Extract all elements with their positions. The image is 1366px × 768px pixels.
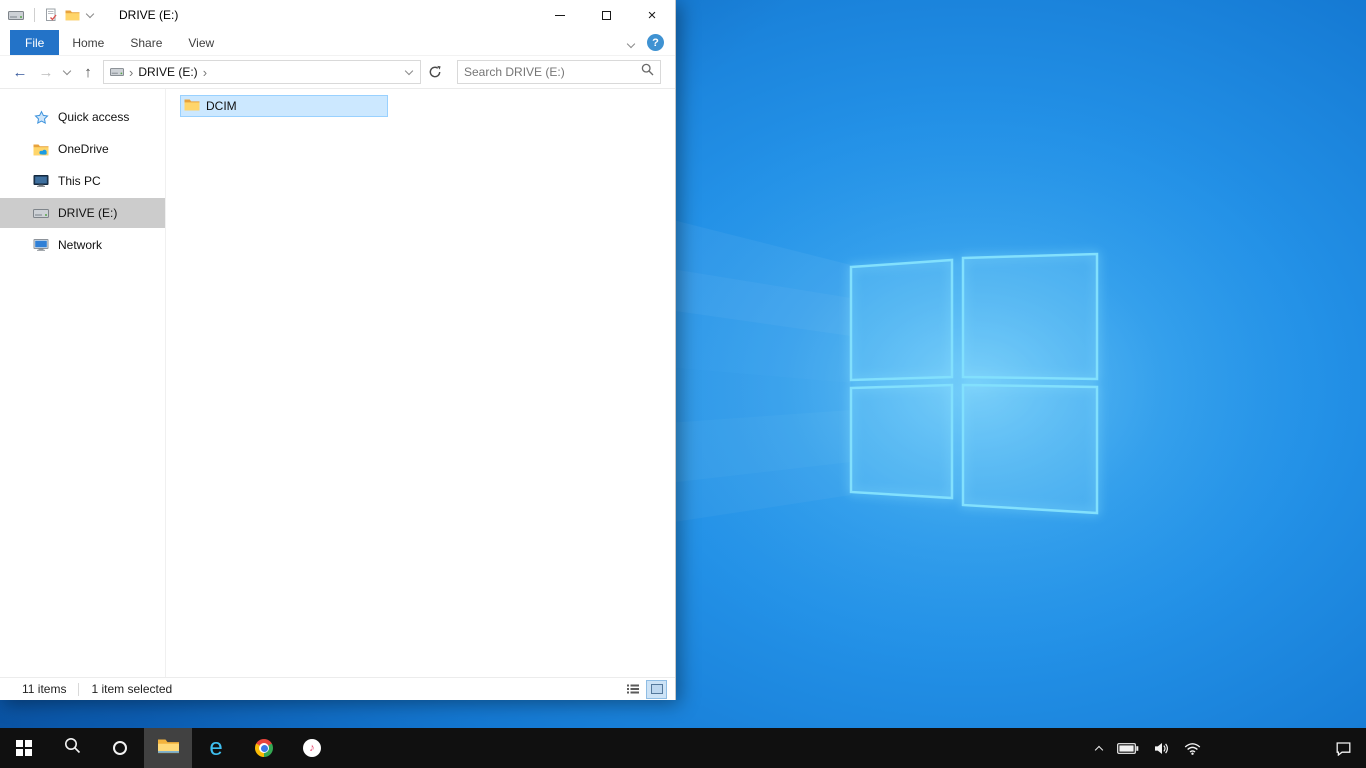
customize-toolbar-chevron-icon[interactable] bbox=[85, 9, 95, 18]
up-button[interactable]: ↑ bbox=[75, 59, 101, 85]
internet-explorer-button[interactable]: e bbox=[192, 728, 240, 768]
wifi-icon[interactable] bbox=[1184, 742, 1201, 755]
sidebar-item-label: This PC bbox=[58, 174, 101, 188]
quick-access-toolbar bbox=[8, 8, 95, 22]
tab-view[interactable]: View bbox=[175, 30, 227, 55]
search-box[interactable] bbox=[457, 60, 661, 84]
sidebar-item-label: Network bbox=[58, 238, 103, 252]
close-button[interactable]: × bbox=[629, 0, 675, 30]
recent-locations-chevron-icon[interactable] bbox=[59, 59, 75, 85]
drive-icon bbox=[33, 208, 49, 219]
titlebar[interactable]: DRIVE (E:) × bbox=[0, 0, 675, 30]
sidebar-item-label: OneDrive bbox=[58, 142, 109, 156]
cortana-button[interactable] bbox=[96, 728, 144, 768]
sidebar-item-drive-e[interactable]: DRIVE (E:) bbox=[0, 198, 165, 228]
address-dropdown-chevron-icon[interactable] bbox=[398, 61, 420, 83]
sidebar-item-quick-access[interactable]: Quick access bbox=[0, 102, 165, 132]
forward-button[interactable]: → bbox=[33, 59, 59, 85]
sidebar-item-onedrive[interactable]: OneDrive bbox=[0, 134, 165, 164]
help-button[interactable]: ? bbox=[647, 34, 664, 51]
toolbar-separator bbox=[34, 8, 35, 22]
start-button[interactable] bbox=[0, 728, 48, 768]
star-icon bbox=[33, 110, 49, 125]
navigation-bar: ← → ↑ › DRIVE (E:) › bbox=[0, 56, 675, 89]
itunes-icon: ♪ bbox=[303, 739, 321, 757]
status-bar: 11 items 1 item selected bbox=[0, 677, 675, 700]
internet-explorer-icon: e bbox=[209, 734, 223, 761]
drive-icon bbox=[110, 67, 124, 77]
minimize-button[interactable] bbox=[537, 0, 583, 30]
maximize-icon bbox=[601, 10, 611, 20]
search-icon bbox=[64, 737, 81, 759]
breadcrumb-separator: › bbox=[202, 64, 208, 80]
file-list-area[interactable]: DCIM bbox=[166, 89, 675, 677]
details-view-button[interactable] bbox=[622, 680, 643, 699]
cortana-icon bbox=[113, 741, 127, 755]
search-icon[interactable] bbox=[641, 63, 654, 81]
file-item-label: DCIM bbox=[206, 99, 237, 113]
battery-icon[interactable] bbox=[1117, 742, 1139, 754]
windows-logo-icon bbox=[16, 740, 32, 756]
onedrive-folder-icon bbox=[33, 143, 49, 156]
tab-file[interactable]: File bbox=[10, 30, 60, 55]
chrome-icon bbox=[255, 739, 273, 757]
computer-icon bbox=[33, 174, 49, 188]
file-explorer-taskbar-button[interactable] bbox=[144, 728, 192, 768]
large-icons-view-button[interactable] bbox=[646, 679, 667, 699]
maximize-button[interactable] bbox=[583, 0, 629, 30]
taskbar: e ♪ bbox=[0, 728, 1366, 768]
search-input[interactable] bbox=[464, 65, 641, 79]
drive-icon[interactable] bbox=[8, 10, 24, 21]
new-folder-icon[interactable] bbox=[65, 9, 80, 21]
breadcrumb-drive[interactable]: DRIVE (E:) bbox=[138, 65, 197, 79]
caption-buttons: × bbox=[537, 0, 675, 30]
ribbon-tab-bar: File Home Share View ? bbox=[0, 30, 675, 56]
sidebar-item-label: DRIVE (E:) bbox=[58, 206, 118, 220]
breadcrumb-separator: › bbox=[129, 64, 134, 80]
items-count: 11 items bbox=[22, 682, 67, 696]
properties-icon[interactable] bbox=[45, 8, 58, 22]
back-button[interactable]: ← bbox=[7, 59, 33, 85]
file-explorer-window: DRIVE (E:) × File Home Share View ? ← → … bbox=[0, 0, 676, 700]
file-explorer-icon bbox=[157, 737, 180, 760]
tab-home[interactable]: Home bbox=[59, 30, 117, 55]
selection-count: 1 item selected bbox=[91, 682, 173, 696]
action-center-icon[interactable] bbox=[1335, 741, 1352, 756]
show-hidden-icons-chevron-icon[interactable] bbox=[1094, 744, 1104, 754]
navigation-pane: Quick access OneDrive This PC DRIVE (E:)… bbox=[0, 89, 166, 677]
status-separator bbox=[78, 682, 80, 696]
volume-icon[interactable] bbox=[1154, 742, 1169, 755]
taskbar-search-button[interactable] bbox=[48, 728, 96, 768]
sidebar-item-label: Quick access bbox=[58, 110, 130, 124]
network-icon bbox=[33, 238, 49, 252]
address-bar[interactable]: › DRIVE (E:) › bbox=[103, 60, 421, 84]
minimize-icon bbox=[555, 14, 565, 16]
itunes-button[interactable]: ♪ bbox=[288, 728, 336, 768]
sidebar-item-this-pc[interactable]: This PC bbox=[0, 166, 165, 196]
refresh-icon[interactable] bbox=[423, 60, 447, 84]
system-tray bbox=[1094, 728, 1366, 768]
folder-icon bbox=[184, 98, 200, 114]
window-title: DRIVE (E:) bbox=[119, 8, 179, 22]
chrome-button[interactable] bbox=[240, 728, 288, 768]
tab-share[interactable]: Share bbox=[117, 30, 175, 55]
screen: DRIVE (E:) × File Home Share View ? ← → … bbox=[0, 0, 1366, 768]
sidebar-item-network[interactable]: Network bbox=[0, 230, 165, 260]
ribbon-collapse-chevron-icon[interactable] bbox=[626, 34, 636, 52]
file-item-dcim[interactable]: DCIM bbox=[180, 95, 388, 117]
